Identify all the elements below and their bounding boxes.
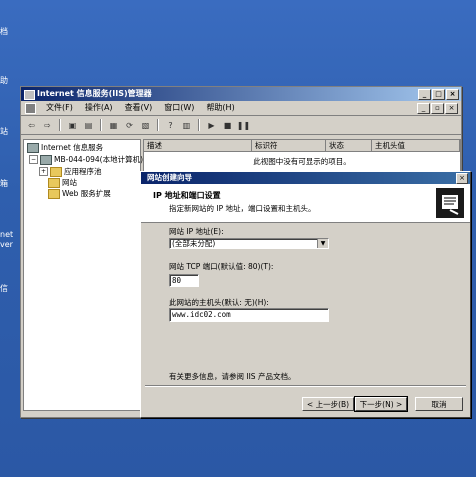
wizard-subheading: 指定新网站的 IP 地址，端口设置和主机头。	[169, 204, 316, 213]
toolbar: ⇦ ⇨ ▣ ▤ ▦ ⟳ ▧ ? ▥ ▶ ■ ❚❚	[21, 116, 461, 135]
wizard-body: 网站 IP 地址(E): (全部未分配) ▼ 网站 TCP 端口(默认值: 80…	[141, 223, 470, 387]
iis-app-icon	[24, 90, 35, 100]
column-header-status[interactable]: 状态	[326, 140, 372, 152]
mmc-doc-icon[interactable]	[25, 102, 36, 114]
folder-icon	[48, 188, 60, 199]
desktop-icon-label[interactable]: net	[0, 230, 13, 239]
minimize-icon[interactable]: _	[418, 89, 431, 100]
menu-help[interactable]: 帮助(H)	[200, 101, 240, 115]
tree-node-server[interactable]: − MB-044-094(本地计算机)	[29, 154, 143, 165]
menu-action[interactable]: 操作(A)	[79, 101, 119, 115]
chevron-down-icon[interactable]: ▼	[317, 239, 328, 248]
up-folder-icon[interactable]: ▣	[66, 119, 79, 131]
iis-titlebar[interactable]: Internet 信息服务(IIS)管理器 _ □ ×	[21, 87, 461, 101]
ip-address-select[interactable]: (全部未分配) ▼	[169, 238, 329, 249]
host-header-label: 此网站的主机头(默认: 无)(H):	[169, 298, 269, 307]
refresh-icon[interactable]: ⟳	[123, 119, 136, 131]
desktop-icon-label[interactable]: 信	[0, 283, 8, 294]
folder-icon	[48, 177, 60, 188]
stop-icon[interactable]: ■	[221, 119, 234, 131]
iis-icon	[27, 142, 39, 153]
iis-window-title: Internet 信息服务(IIS)管理器	[37, 89, 152, 98]
ip-address-label: 网站 IP 地址(E):	[169, 227, 224, 236]
menu-file[interactable]: 文件(F)	[40, 101, 79, 115]
properties-icon[interactable]: ▦	[107, 119, 120, 131]
next-button[interactable]: 下一步(N) >	[354, 396, 408, 412]
wizard-titlebar[interactable]: 网站创建向导 ×	[141, 172, 470, 184]
host-header-input[interactable]: www.idc02.com	[169, 308, 329, 322]
column-header-description[interactable]: 描述	[144, 140, 252, 152]
tcp-port-label: 网站 TCP 端口(默认值: 80)(T):	[169, 262, 274, 271]
menu-window[interactable]: 窗口(W)	[158, 101, 200, 115]
desktop-icon-label[interactable]: 站	[0, 126, 8, 137]
menu-view[interactable]: 查看(V)	[119, 101, 159, 115]
column-header-identifier[interactable]: 标识符	[252, 140, 326, 152]
wizard-header: IP 地址和端口设置 指定新网站的 IP 地址，端口设置和主机头。	[141, 184, 470, 223]
menu-bar: 文件(F) 操作(A) 查看(V) 窗口(W) 帮助(H) _ ▫ ×	[21, 101, 461, 116]
close-icon[interactable]: ×	[456, 173, 468, 184]
website-creation-wizard: 网站创建向导 × IP 地址和端口设置 指定新网站的 IP 地址，端口设置和主机…	[140, 171, 471, 418]
pause-icon[interactable]: ❚❚	[237, 119, 250, 131]
mdi-restore-icon[interactable]: ▫	[431, 103, 444, 114]
maximize-icon[interactable]: □	[432, 89, 445, 100]
empty-view-message: 此视图中没有可显示的项目。	[253, 157, 351, 166]
forward-arrow-icon[interactable]: ⇨	[41, 119, 54, 131]
help-icon[interactable]: ?	[164, 119, 177, 131]
mdi-minimize-icon[interactable]: _	[417, 103, 430, 114]
collapse-icon[interactable]: −	[29, 155, 38, 164]
folder-icon	[50, 166, 62, 177]
close-icon[interactable]: ×	[446, 89, 459, 100]
tcp-port-input[interactable]: 80	[169, 274, 199, 287]
info-text: 有关更多信息，请参阅 IIS 产品文档。	[169, 372, 296, 381]
cancel-button[interactable]: 取消	[415, 397, 463, 411]
desktop-icon-label[interactable]: 助	[0, 75, 8, 86]
computer-icon	[40, 154, 52, 165]
desktop-icon-label[interactable]: 箱	[0, 178, 8, 189]
tree-node-websites[interactable]: 网站	[48, 177, 77, 188]
console-tree-icon[interactable]: ▤	[82, 119, 95, 131]
wizard-heading: IP 地址和端口设置	[153, 191, 221, 200]
wizard-title: 网站创建向导	[147, 173, 192, 182]
console-tree: Internet 信息服务 − MB-044-094(本地计算机) + 应用程序…	[23, 139, 143, 411]
tree-node-web-ext[interactable]: Web 服务扩展	[48, 188, 111, 199]
computer-icon[interactable]: ▥	[180, 119, 193, 131]
desktop-icon-label[interactable]: ver	[0, 240, 13, 249]
tree-node-root[interactable]: Internet 信息服务	[27, 142, 103, 153]
column-header-host[interactable]: 主机头值	[372, 140, 460, 152]
back-arrow-icon[interactable]: ⇦	[25, 119, 38, 131]
wizard-logo-icon	[436, 188, 464, 218]
desktop-icon-label[interactable]: 档	[0, 26, 8, 37]
expand-icon[interactable]: +	[39, 167, 48, 176]
export-icon[interactable]: ▧	[139, 119, 152, 131]
tree-node-app-pools[interactable]: + 应用程序池	[39, 166, 102, 177]
play-icon[interactable]: ▶	[205, 119, 218, 131]
back-button[interactable]: < 上一步(B)	[302, 397, 354, 411]
mdi-close-icon[interactable]: ×	[445, 103, 458, 114]
